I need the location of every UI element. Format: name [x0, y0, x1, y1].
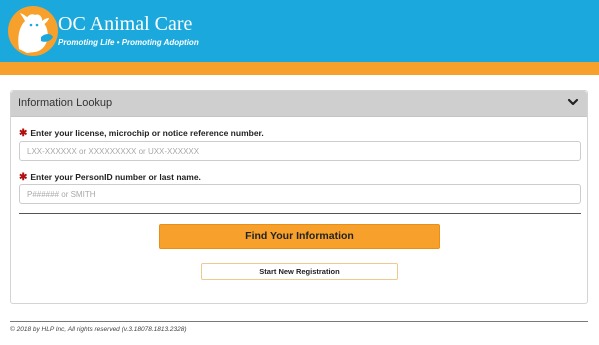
panel-title: Information Lookup	[18, 97, 113, 109]
header-spacer	[0, 75, 599, 88]
chevron-down-icon[interactable]	[567, 96, 579, 108]
required-marker-icon: ✱	[19, 128, 28, 139]
start-new-registration-button[interactable]: Start New Registration	[201, 263, 398, 280]
footer-copyright: © 2018 by HLP Inc, All rights reserved (…	[10, 326, 187, 333]
find-information-button[interactable]: Find Your Information	[159, 224, 440, 249]
footer-divider	[10, 321, 588, 322]
person-field-label: ✱ Enter your PersonID number or last name…	[19, 172, 201, 183]
required-marker-icon: ✱	[19, 172, 28, 183]
brand-name[interactable]: OC Animal Care	[58, 14, 192, 34]
site-header: OC Animal Care Promoting Life • Promotin…	[0, 0, 599, 62]
dog-cat-logo-icon[interactable]	[5, 3, 61, 59]
header-accent-bar	[0, 62, 599, 75]
panel-header[interactable]: Information Lookup	[11, 91, 587, 117]
license-field-label: ✱ Enter your license, microchip or notice…	[19, 128, 264, 139]
brand-tagline: Promoting Life • Promoting Adoption	[58, 38, 199, 47]
form-divider	[19, 213, 581, 214]
person-id-input[interactable]	[19, 184, 581, 204]
license-label-text: Enter your license, microchip or notice …	[30, 128, 264, 138]
person-label-text: Enter your PersonID number or last name.	[30, 172, 201, 182]
information-lookup-panel: Information Lookup ✱ Enter your license, …	[10, 90, 588, 304]
license-input[interactable]	[19, 141, 581, 161]
